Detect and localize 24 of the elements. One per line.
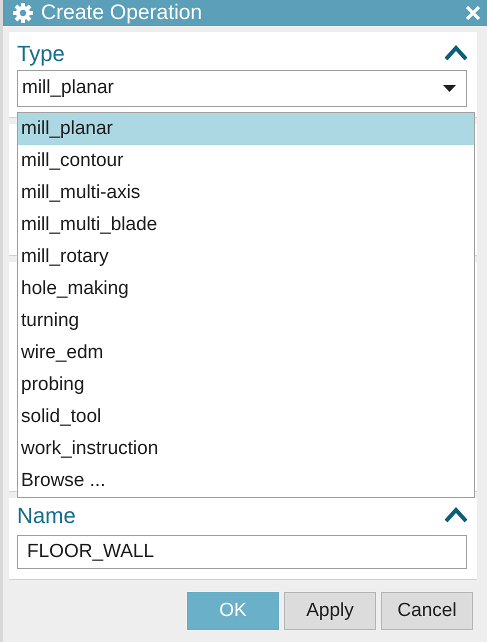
collapse-icon[interactable]: [445, 507, 467, 523]
dropdown-option[interactable]: wire_edm: [18, 337, 474, 369]
dropdown-arrow-icon: [443, 85, 456, 92]
dropdown-option[interactable]: mill_contour: [18, 145, 474, 177]
dropdown-option[interactable]: mill_multi-axis: [18, 177, 474, 209]
dialog-button[interactable]: Apply: [284, 592, 376, 630]
gear-icon: [13, 3, 33, 23]
dropdown-option[interactable]: hole_making: [18, 273, 474, 305]
dropdown-option[interactable]: mill_multi_blade: [18, 209, 474, 241]
section-title: Type: [17, 40, 65, 68]
dialog-button[interactable]: Cancel: [381, 592, 473, 630]
dropdown-option[interactable]: Browse ...: [18, 465, 474, 497]
close-icon[interactable]: [465, 5, 481, 21]
name-field[interactable]: FLOOR_WALL: [17, 535, 467, 569]
section-title: Name: [17, 502, 76, 530]
dropdown-option[interactable]: mill_planar: [18, 113, 474, 145]
window-title: Create Operation: [41, 0, 204, 26]
dropdown-option[interactable]: solid_tool: [18, 401, 474, 433]
dropdown-option[interactable]: work_instruction: [18, 433, 474, 465]
dropdown-option[interactable]: mill_rotary: [18, 241, 474, 273]
dropdown-option[interactable]: probing: [18, 369, 474, 401]
collapse-icon[interactable]: [445, 45, 467, 61]
dropdown-option[interactable]: turning: [18, 305, 474, 337]
type-dropdown[interactable]: mill_planar: [17, 70, 467, 107]
